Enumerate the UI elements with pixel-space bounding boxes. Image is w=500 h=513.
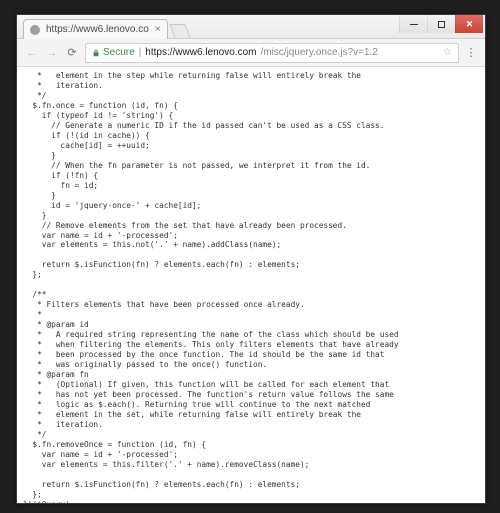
browser-tab[interactable]: https://www6.lenovo.co × <box>23 19 168 39</box>
reload-button[interactable]: ⟳ <box>65 46 79 59</box>
separator: | <box>139 47 142 58</box>
desktop: https://www6.lenovo.co × ✕ ← → ⟳ Secure <box>0 0 500 513</box>
page-content[interactable]: * element in the step while returning fa… <box>17 67 485 503</box>
forward-button[interactable]: → <box>45 47 59 59</box>
new-tab-button[interactable] <box>169 24 190 38</box>
browser-toolbar: ← → ⟳ Secure | https://www6.lenovo.com/m… <box>17 39 485 67</box>
window-close-button[interactable]: ✕ <box>455 15 483 33</box>
browser-window: https://www6.lenovo.co × ✕ ← → ⟳ Secure <box>16 14 486 504</box>
tab-close-icon[interactable]: × <box>155 24 161 35</box>
maximize-icon <box>438 21 445 28</box>
back-button[interactable]: ← <box>25 47 39 59</box>
close-icon: ✕ <box>466 19 474 30</box>
minimize-icon <box>410 24 418 25</box>
code-block: * element in the step while returning fa… <box>23 71 479 503</box>
lock-icon <box>92 49 100 57</box>
secure-label: Secure <box>103 47 135 58</box>
secure-indicator: Secure <box>92 47 135 58</box>
bookmark-star-icon[interactable]: ☆ <box>443 47 452 58</box>
url-host: https://www6.lenovo.com <box>145 47 256 58</box>
window-maximize-button[interactable] <box>427 15 455 33</box>
url-path: /misc/jquery.once.js?v=1.2 <box>260 47 377 58</box>
menu-button[interactable]: ⋮ <box>465 46 477 59</box>
favicon-icon <box>30 25 40 35</box>
window-minimize-button[interactable] <box>399 15 427 33</box>
titlebar: https://www6.lenovo.co × ✕ <box>17 15 485 39</box>
tab-title: https://www6.lenovo.co <box>46 24 149 35</box>
address-bar[interactable]: Secure | https://www6.lenovo.com/misc/jq… <box>85 43 459 63</box>
window-controls: ✕ <box>399 15 483 33</box>
